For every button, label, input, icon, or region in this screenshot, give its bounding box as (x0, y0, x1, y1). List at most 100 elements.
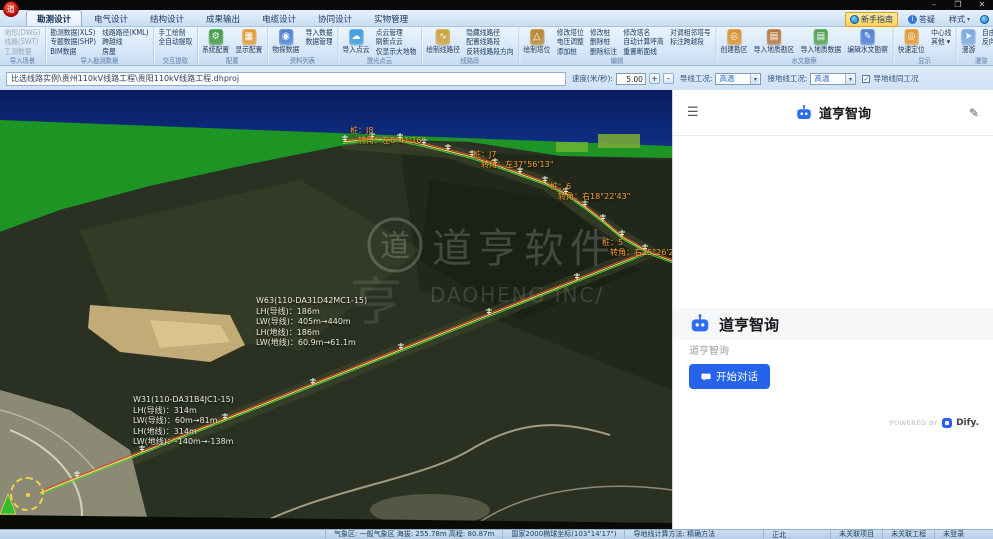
button-电压调整[interactable]: 电压调整 (555, 37, 586, 46)
button-删除桩[interactable]: 删除桩 (588, 37, 619, 46)
button-修改塔位[interactable]: 修改塔位 (555, 28, 586, 37)
button-标注跨越段[interactable]: 标注跨越段 (668, 37, 712, 46)
ground-condition-select[interactable]: 高温 ▾ (810, 73, 856, 85)
qa-item-样式[interactable]: 样式▾ (945, 13, 974, 26)
ribbon-group-激光点云: ☁导入点云点云管理刷新点云仅显示大地物激光点云 (338, 27, 422, 66)
button-数据管理[interactable]: 数据管理 (304, 37, 335, 46)
speed-input[interactable]: 5.00 (616, 73, 646, 85)
button-反转线路段方向[interactable]: 反转线路段方向 (464, 47, 515, 56)
button-显示配置[interactable]: ▦显示配置 (234, 28, 265, 56)
minimize-button[interactable]: – (927, 0, 941, 10)
button-线路路径(KML)[interactable]: 线路路径(KML) (100, 28, 150, 37)
button-配置线路段[interactable]: 配置线路段 (464, 37, 515, 46)
conductor-condition-label: 导线工况: (680, 73, 713, 84)
tab-成果输出[interactable]: 成果输出 (196, 11, 250, 26)
tab-实物管理[interactable]: 实物管理 (364, 11, 418, 26)
ribbon-group-label: 线路段 (424, 56, 515, 66)
button-修改桩[interactable]: 修改桩 (588, 28, 619, 37)
button-隐藏线路径[interactable]: 隐藏线路径 (464, 28, 515, 37)
button-全自动提取[interactable]: 全自动提取 (157, 37, 194, 46)
project-path-box[interactable]: 比选线路实例\贵州110kV线路工程\贵阳110kV线路工程.dhproj (6, 72, 566, 86)
powered-by: POWERED BY Dify. (890, 418, 979, 428)
sync-condition-checkbox[interactable]: ✓ (862, 75, 870, 83)
application-window: 道 –❐ ✕ 勘测设计电气设计结构设计成果输出电缆设计协同设计实物管理 新手指南 i… (0, 0, 993, 539)
button-对调相邻塔号[interactable]: 对调相邻塔号 (668, 28, 712, 37)
button-删除标注[interactable]: 删除标注 (588, 47, 619, 56)
button-勘测数据(XLS)[interactable]: 勘测数据(XLS) (48, 28, 97, 37)
button-手工绘制[interactable]: 手工绘制 (157, 28, 194, 37)
button-重置断面线[interactable]: 重置断面线 (622, 47, 666, 56)
ribbon-group-label: 水文勘察 (719, 56, 890, 66)
chat-intro: 道亨智询 (673, 308, 993, 340)
button-绘制线路径[interactable]: ∿绘制线路径 (424, 28, 461, 56)
speed-increase-button[interactable]: + (649, 73, 660, 84)
globe-icon[interactable] (980, 15, 989, 24)
button-创建勘区[interactable]: ◎创建勘区 (719, 28, 750, 56)
status-item: 国家2000椭球坐标(103°14'17") (502, 530, 624, 539)
titlebar: 道 –❐✕ (0, 0, 993, 10)
button-添加桩[interactable]: 添加桩 (555, 47, 586, 56)
dify-logo-icon (942, 418, 952, 428)
button-点云管理[interactable]: 点云管理 (374, 28, 418, 37)
conductor-condition-select[interactable]: 高温 ▾ (715, 73, 761, 85)
ribbon-group-资料列表: ◉物探数据导入数据数据管理资料列表 (268, 27, 338, 66)
button-系统配置[interactable]: ⚙系统配置 (200, 28, 231, 56)
qa-item-新手指南[interactable]: 新手指南 (845, 12, 898, 27)
button-BIM数据[interactable]: BIM数据 (48, 47, 97, 56)
speed-decrease-button[interactable]: - (663, 73, 674, 84)
button-修改塔名[interactable]: 修改塔名 (622, 28, 666, 37)
button-其他[interactable]: 其他 ▾ (929, 37, 953, 46)
button-导入点云[interactable]: ☁导入点云 (341, 28, 372, 56)
tab-电缆设计[interactable]: 电缆设计 (252, 11, 306, 26)
edit-hydro-icon: ✎ (860, 29, 874, 45)
status-bar: 气象区: 一般气象区 海拔: 255.78m 高程: 80.87m国家2000椭… (0, 529, 993, 539)
button-专题数据(SHP)[interactable]: 专题数据(SHP) (48, 37, 97, 46)
button-漫游[interactable]: ➤漫游 (959, 28, 977, 56)
qa-item-答疑[interactable]: i答疑 (904, 13, 939, 26)
button-自由[interactable]: 自由 ▾ (980, 28, 993, 37)
compass-circle-icon[interactable] (10, 477, 44, 511)
button-房屋[interactable]: 房屋 (100, 47, 150, 56)
button-编辑水文勘察[interactable]: ✎编辑水文勘察 (846, 28, 890, 56)
chevron-down-icon: ▾ (845, 74, 854, 84)
button-工测数据: 工测数据 (3, 47, 42, 56)
ribbon-group-交互提取: 手工绘制全自动提取交互提取 (154, 27, 198, 66)
button-导入地质数据[interactable]: ▤导入地质数据 (799, 28, 843, 56)
tab-协同设计[interactable]: 协同设计 (308, 11, 362, 26)
new-chat-icon[interactable]: ✎ (969, 106, 979, 120)
svg-text:道: 道 (380, 229, 410, 264)
status-compass: 正北 (763, 530, 794, 539)
button-物探数据[interactable]: ◉物探数据 (271, 28, 302, 56)
qa-item-label: 新手指南 (861, 14, 893, 25)
maximize-button[interactable]: ❐ (951, 0, 965, 10)
window-controls: –❐ ✕ (927, 0, 989, 10)
curve-icon: ∿ (436, 29, 450, 45)
button-跨越线[interactable]: 跨越线 (100, 37, 150, 46)
tab-勘测设计[interactable]: 勘测设计 (26, 10, 82, 26)
pin-icon: ◎ (904, 29, 918, 45)
button-快速定位[interactable]: ◎快速定位 (896, 28, 927, 56)
chat-panel: ☰ 道亨智询 ✎ (672, 90, 993, 529)
button-绘制塔位[interactable]: △绘制塔位 (522, 28, 553, 56)
close-button[interactable]: ✕ (975, 0, 989, 10)
start-chat-button[interactable]: 开始对话 (689, 364, 770, 389)
dify-label[interactable]: Dify. (956, 418, 979, 428)
menu-icon[interactable]: ☰ (687, 105, 699, 120)
tab-结构设计[interactable]: 结构设计 (140, 11, 194, 26)
ground-condition-label: 接地线工况: (767, 73, 807, 84)
map-viewport[interactable]: 道 道亨软件 亨 DAOHENG INC/ 桩：J8转角：左8°41'16"桩：… (0, 90, 672, 529)
button-导入地质勘区[interactable]: ▤导入地质勘区 (752, 28, 796, 56)
chat-intro-subtitle: 道亨智询 (689, 342, 729, 357)
chat-panel-title: 道亨智询 (673, 103, 993, 122)
ribbon-group-水文勘察: ◎创建勘区▤导入地质勘区▤导入地质数据✎编辑水文勘察水文勘察 (716, 27, 893, 66)
button-中心线[interactable]: 中心线 (929, 28, 953, 37)
button-刷新点云[interactable]: 刷新点云 (374, 37, 418, 46)
app-logo-icon[interactable]: 道 (3, 1, 19, 17)
button-自动计算呼高[interactable]: 自动计算呼高 (622, 37, 666, 46)
tab-电气设计[interactable]: 电气设计 (84, 11, 138, 26)
ribbon-group-导入场景: 地形(DWG)线路(SWT)工测数据导入场景 (0, 27, 46, 66)
button-反向[interactable]: 反向 (980, 37, 993, 46)
button-仅显示大地物[interactable]: 仅显示大地物 (374, 47, 418, 56)
ribbon-group-label: 资料列表 (271, 56, 335, 66)
button-导入数据[interactable]: 导入数据 (304, 28, 335, 37)
